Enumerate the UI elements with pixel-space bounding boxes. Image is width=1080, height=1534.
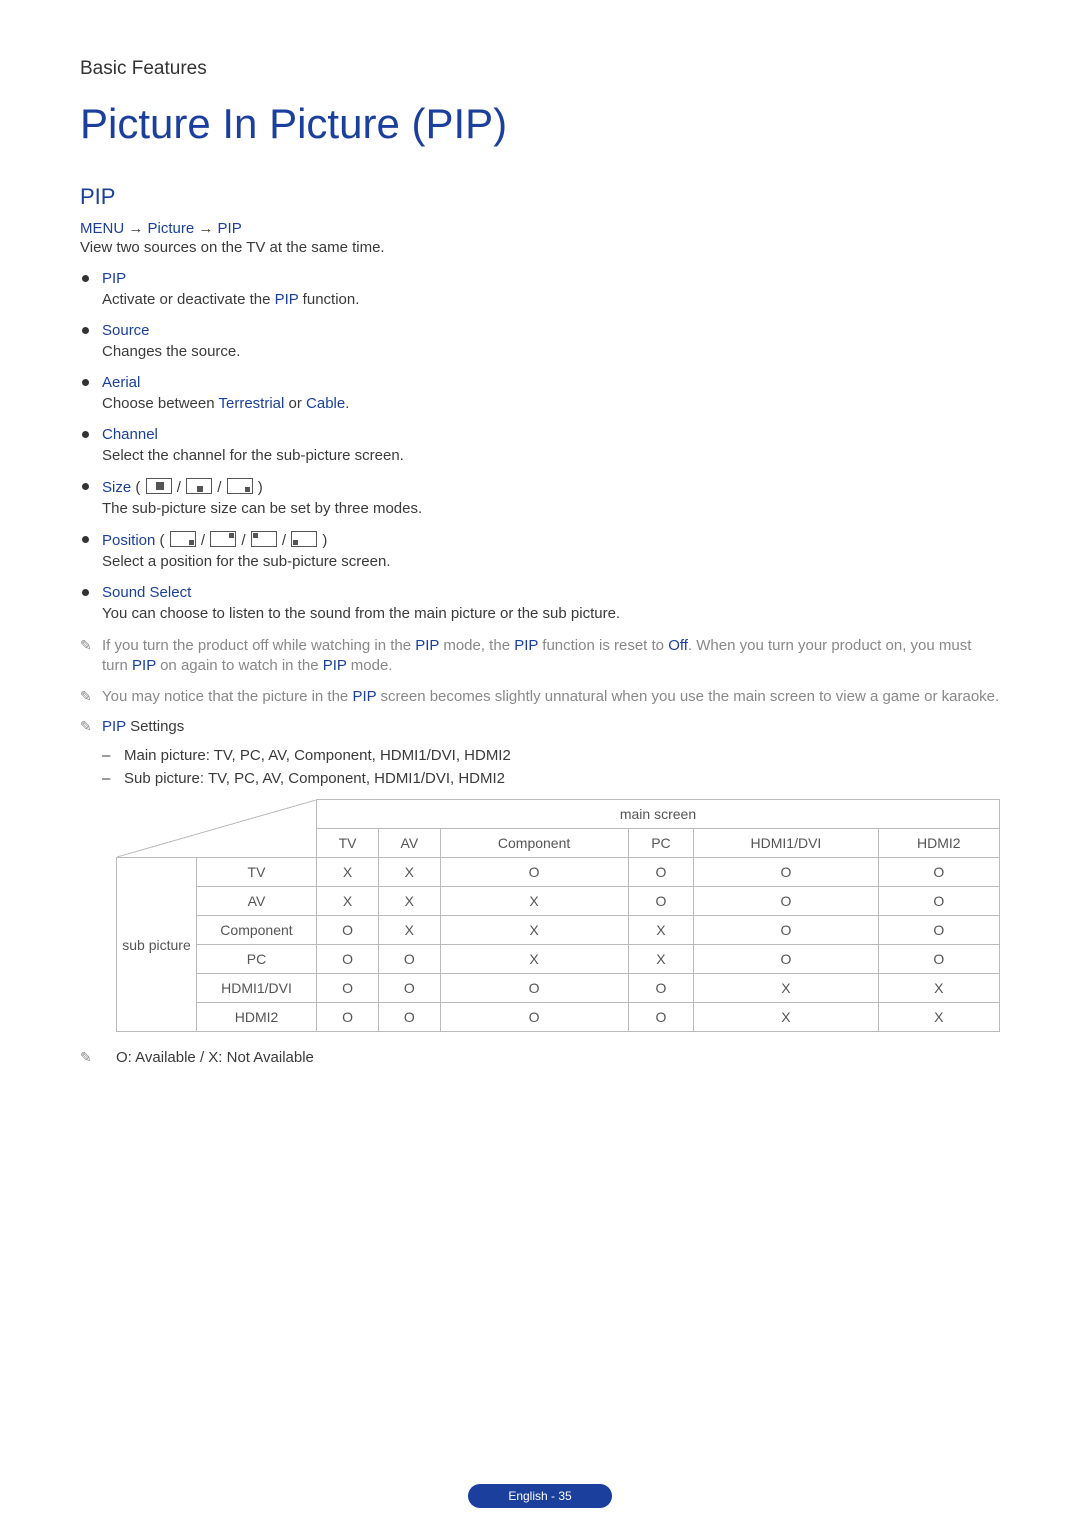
col-header: TV <box>317 829 379 858</box>
row-header: Component <box>197 916 317 945</box>
option-desc: Activate or deactivate the PIP function. <box>102 291 1000 308</box>
options-list: PIP Activate or deactivate the PIP funct… <box>80 270 1000 622</box>
section-tag: Basic Features <box>80 58 1000 80</box>
table-row: PC O O X X O O <box>117 945 1000 974</box>
size-icon-large <box>146 478 172 494</box>
menu-path-menu: MENU <box>80 220 124 237</box>
position-icon-br <box>170 531 196 547</box>
arrow-icon: → <box>198 220 217 237</box>
menu-path-pip: PIP <box>218 220 242 237</box>
option-label: Size <box>102 479 131 496</box>
option-sound-select: Sound Select You can choose to listen to… <box>80 584 1000 622</box>
table-legend: O: Available / X: Not Available <box>80 1048 1000 1068</box>
size-icon-medium <box>186 478 212 494</box>
table-row: HDMI1/DVI O O O O X X <box>117 974 1000 1003</box>
page-footer: English - 35 <box>0 1484 1080 1508</box>
row-header: HDMI1/DVI <box>197 974 317 1003</box>
page-content: Basic Features Picture In Picture (PIP) … <box>0 0 1080 1068</box>
option-label: PIP <box>102 270 126 287</box>
option-desc: You can choose to listen to the sound fr… <box>102 605 1000 622</box>
main-screen-header: main screen <box>317 800 1000 829</box>
position-icons: ( / / / ) <box>160 532 328 549</box>
option-size: Size ( / / ) The sub-picture size can be… <box>80 478 1000 517</box>
position-icon-tl <box>251 531 277 547</box>
col-header: PC <box>628 829 694 858</box>
compatibility-table: main screen TV AV Component PC HDMI1/DVI… <box>116 799 1000 1032</box>
col-header: Component <box>440 829 628 858</box>
option-label: Sound Select <box>102 584 191 601</box>
size-icon-small <box>227 478 253 494</box>
option-aerial: Aerial Choose between Terrestrial or Cab… <box>80 374 1000 412</box>
size-icons: ( / / ) <box>135 479 262 496</box>
row-header: PC <box>197 945 317 974</box>
col-header: AV <box>379 829 441 858</box>
sub-picture-line: Sub picture: TV, PC, AV, Component, HDMI… <box>80 770 1000 787</box>
note-pip-settings: PIP Settings <box>80 717 1000 737</box>
option-desc: Choose between Terrestrial or Cable. <box>102 395 1000 412</box>
pip-heading: PIP <box>80 184 1000 210</box>
position-icon-bl <box>291 531 317 547</box>
sub-picture-header: sub picture <box>117 858 197 1032</box>
intro-text: View two sources on the TV at the same t… <box>80 239 1000 256</box>
row-header: TV <box>197 858 317 887</box>
table-row: sub picture TV X X O O O O <box>117 858 1000 887</box>
option-label: Position <box>102 532 155 549</box>
position-icon-tr <box>210 531 236 547</box>
option-desc: Select the channel for the sub-picture s… <box>102 447 1000 464</box>
menu-path-picture: Picture <box>148 220 195 237</box>
col-header: HDMI1/DVI <box>694 829 878 858</box>
page-number-pill: English - 35 <box>468 1484 611 1508</box>
option-channel: Channel Select the channel for the sub-p… <box>80 426 1000 464</box>
option-label: Channel <box>102 426 158 443</box>
main-picture-line: Main picture: TV, PC, AV, Component, HDM… <box>80 747 1000 764</box>
menu-path: MENU → Picture → PIP <box>80 220 1000 237</box>
row-header: HDMI2 <box>197 1003 317 1032</box>
col-header: HDMI2 <box>878 829 999 858</box>
option-label: Source <box>102 322 150 339</box>
table-corner <box>117 800 317 858</box>
option-source: Source Changes the source. <box>80 322 1000 360</box>
option-pip: PIP Activate or deactivate the PIP funct… <box>80 270 1000 308</box>
table-row: AV X X X O O O <box>117 887 1000 916</box>
option-position: Position ( / / / ) Select a position for… <box>80 531 1000 570</box>
option-desc: Select a position for the sub-picture sc… <box>102 553 1000 570</box>
row-header: AV <box>197 887 317 916</box>
note-unnatural: You may notice that the picture in the P… <box>80 687 1000 707</box>
option-label: Aerial <box>102 374 140 391</box>
table-row: Component O X X X O O <box>117 916 1000 945</box>
page-title: Picture In Picture (PIP) <box>80 100 1000 148</box>
table-row: HDMI2 O O O O X X <box>117 1003 1000 1032</box>
compatibility-table-wrap: main screen TV AV Component PC HDMI1/DVI… <box>80 799 1000 1032</box>
arrow-icon: → <box>128 220 147 237</box>
option-desc: Changes the source. <box>102 343 1000 360</box>
option-desc: The sub-picture size can be set by three… <box>102 500 1000 517</box>
note-power-off: If you turn the product off while watchi… <box>80 636 1000 677</box>
